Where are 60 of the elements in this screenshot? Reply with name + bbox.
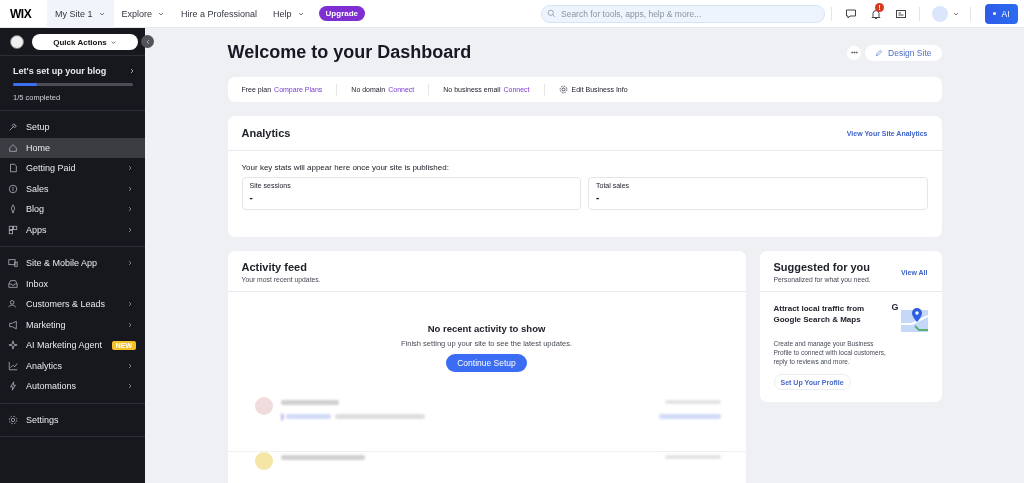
sidebar-item[interactable]: Sales — [0, 178, 145, 199]
setup-link[interactable]: Let's set up your blog — [13, 66, 136, 76]
sidebar-item[interactable]: Settings — [0, 409, 145, 430]
nav-menu[interactable]: Hire a Professional — [173, 0, 266, 28]
speech-bubble-icon — [844, 7, 857, 20]
sidebar-item[interactable]: Site & Mobile App — [0, 253, 145, 274]
gear-icon — [558, 85, 568, 94]
megaphone-icon — [8, 319, 18, 330]
sidebar-item[interactable]: Inbox — [0, 273, 145, 294]
card-title: Activity feed — [241, 261, 308, 273]
favorites-button[interactable] — [10, 35, 24, 49]
sidebar-item[interactable]: Getting Paid — [0, 158, 145, 179]
site-menu[interactable]: My Site 1 — [47, 0, 114, 28]
stat-value: - — [596, 192, 601, 203]
sparkle-icon — [8, 340, 18, 351]
brush-icon — [8, 122, 18, 133]
document-icon — [8, 163, 18, 174]
ellipsis-icon — [849, 48, 859, 57]
house-icon — [8, 142, 18, 153]
pencil-icon — [875, 48, 884, 57]
google-letter: G — [891, 302, 899, 312]
more-button[interactable] — [847, 45, 862, 60]
sidebar-item[interactable]: Home — [0, 137, 145, 158]
coin-icon — [8, 183, 18, 194]
sidebar-item[interactable]: Blog — [0, 199, 145, 220]
collapse-sidebar-button[interactable] — [141, 35, 154, 48]
chevron-icon — [128, 67, 136, 75]
card-title: Suggested for you — [773, 261, 871, 273]
sidebar-item[interactable]: Automations — [0, 376, 145, 397]
upgrade-button[interactable]: Upgrade — [318, 6, 366, 21]
page-title: Welcome to your Dashboard — [227, 42, 473, 63]
lightning-icon — [8, 381, 18, 392]
sidebar-item[interactable]: Marketing — [0, 314, 145, 335]
people-icon — [8, 299, 18, 310]
suggestion-title: Attract local traffic from Google Search & Maps — [773, 304, 866, 326]
design-site-button[interactable]: Design Site — [865, 44, 942, 61]
ai-button[interactable]: AI — [985, 3, 1018, 24]
sidebar-item[interactable]: Apps — [0, 219, 145, 240]
card-title: Analytics — [241, 127, 291, 139]
wix-logo[interactable]: WIX — [0, 6, 47, 21]
analytics-note: Your key stats will appear here once your site is published: — [241, 163, 450, 172]
search-field[interactable]: Search for tools, apps, help & more... — [541, 4, 825, 23]
card-icon — [894, 7, 907, 20]
pen-icon — [8, 204, 18, 215]
sidebar-item[interactable]: Customers & Leads — [0, 294, 145, 315]
nav-menu[interactable]: Explore — [113, 0, 174, 28]
inbox-icon — [8, 278, 18, 289]
stat-value: - — [249, 192, 254, 203]
quick-actions-button[interactable]: Quick Actions — [32, 34, 138, 50]
continue-setup-button[interactable]: Continue Setup — [446, 354, 527, 372]
chart-icon — [8, 360, 18, 371]
devices-icon — [8, 258, 18, 269]
bell-icon — [869, 7, 882, 20]
sidebar-item[interactable]: Setup — [0, 117, 145, 138]
nav-menu[interactable]: Help — [265, 0, 313, 28]
gear-icon — [8, 414, 18, 425]
sidebar-item[interactable]: Analytics — [0, 355, 145, 376]
empty-title: No recent activity to show — [427, 323, 546, 334]
caret-icon — [109, 38, 117, 46]
grid-icon — [8, 224, 18, 235]
